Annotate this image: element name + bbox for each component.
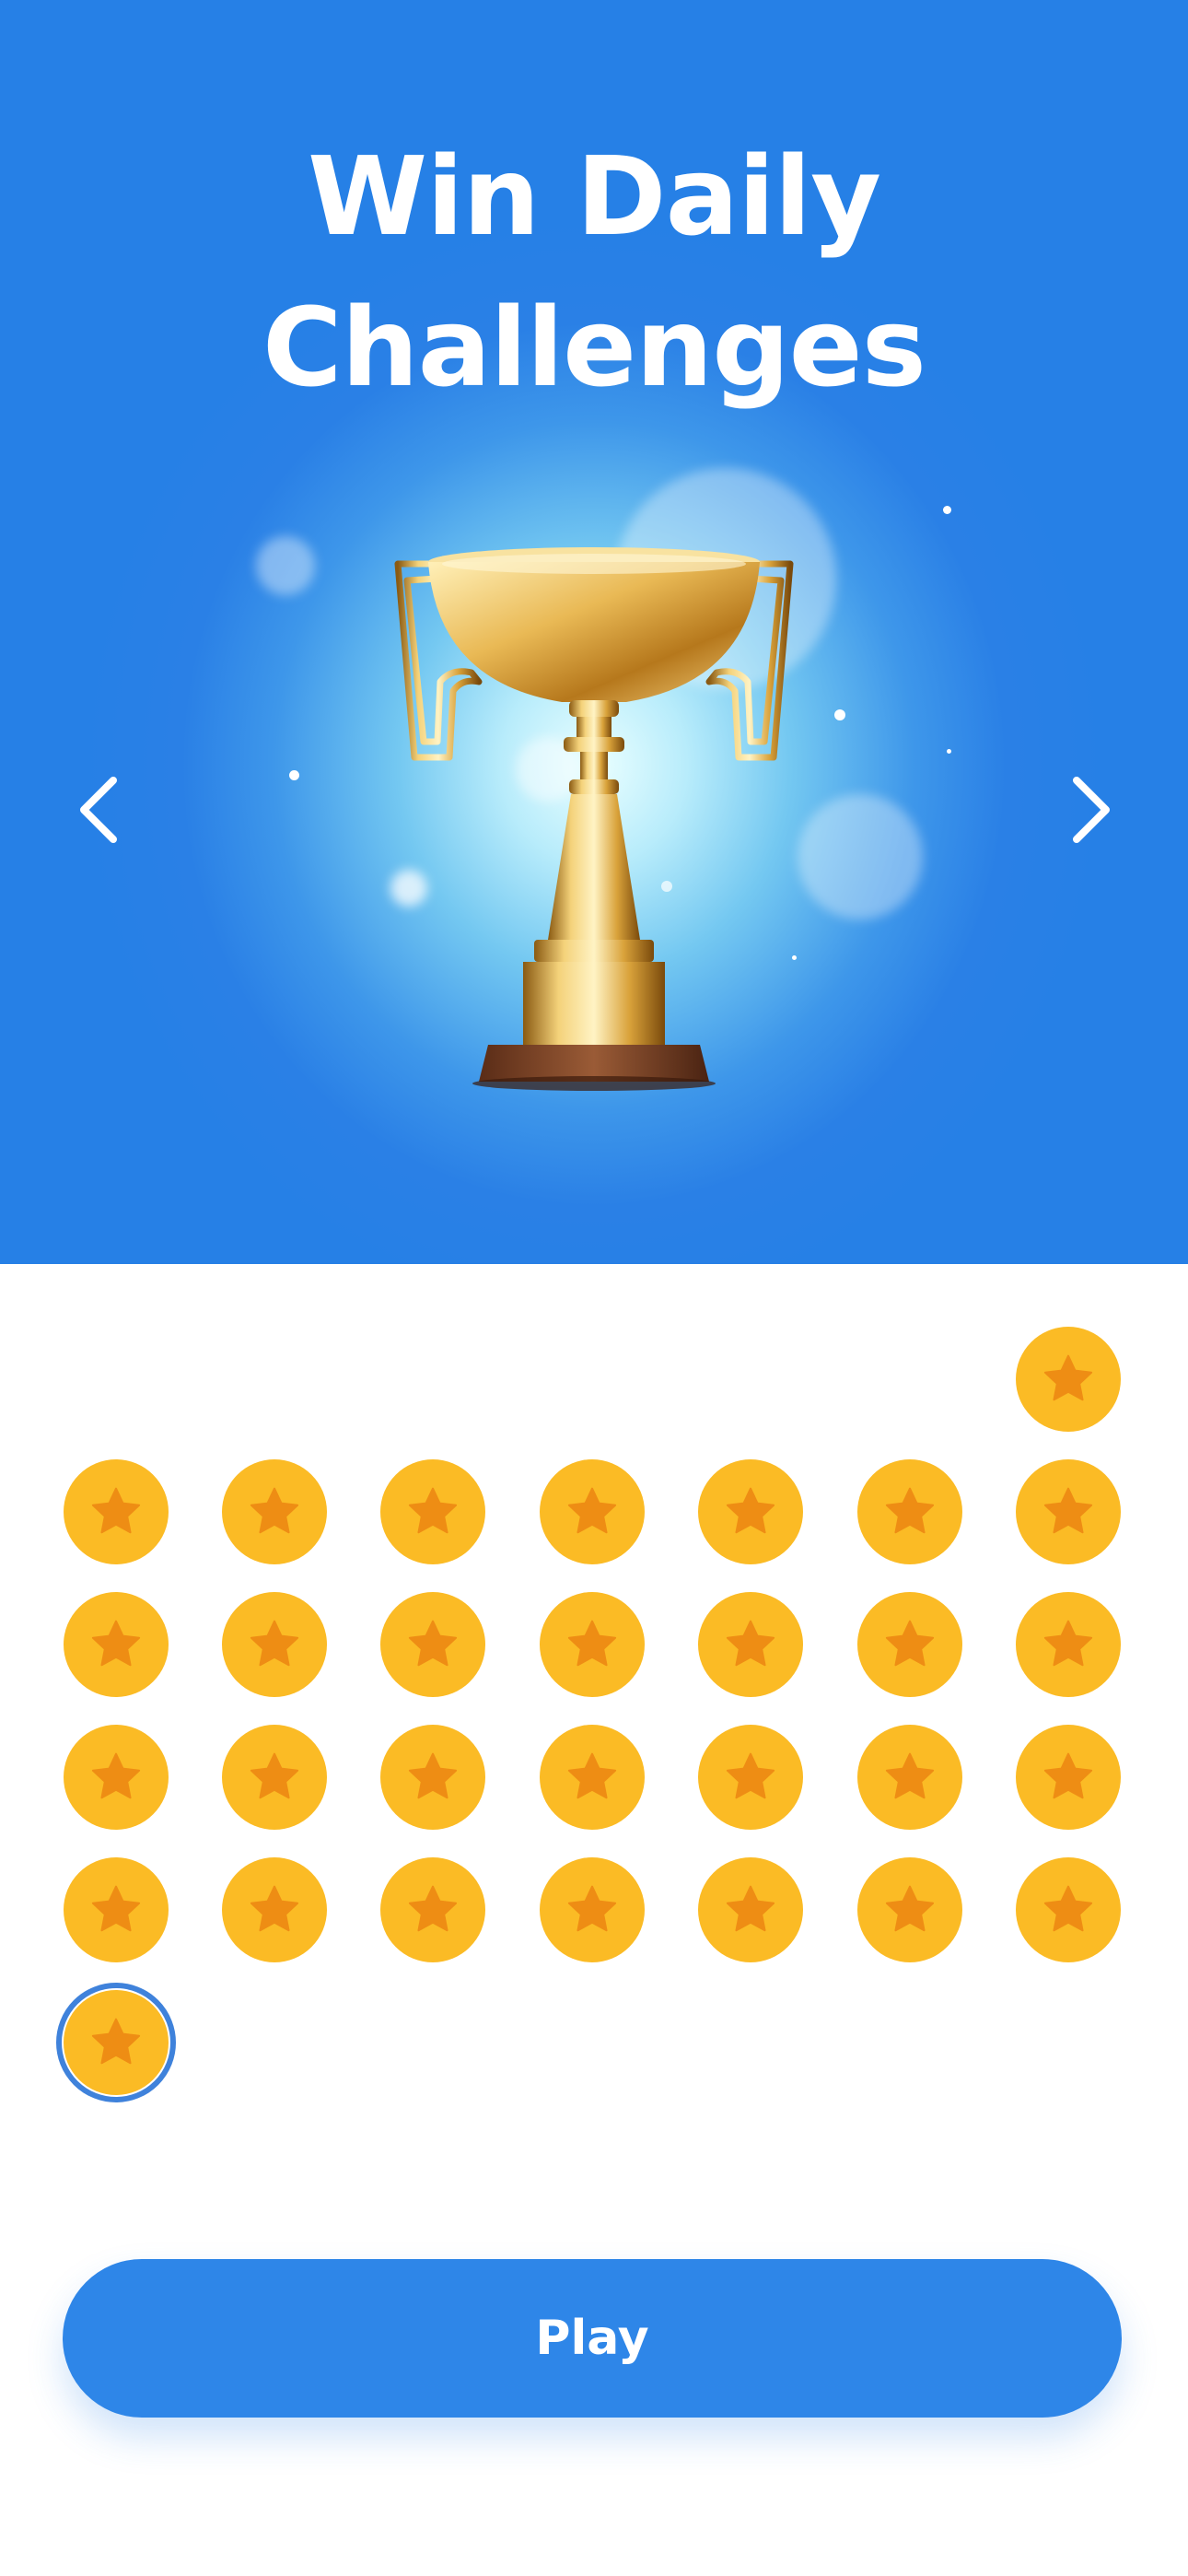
challenge-badge[interactable] <box>857 1857 962 1962</box>
carousel-prev-button[interactable] <box>61 768 134 851</box>
title-line-1: Win Daily <box>307 133 881 261</box>
challenge-badge[interactable] <box>857 1725 962 1830</box>
star-icon <box>250 1752 299 1799</box>
star-icon <box>1043 1487 1093 1534</box>
challenge-badge[interactable] <box>380 1725 485 1830</box>
star-icon <box>726 1752 775 1799</box>
sparkle <box>289 770 299 780</box>
star-icon <box>885 1487 935 1534</box>
challenge-badge[interactable] <box>56 1983 176 2102</box>
star-icon <box>885 1885 935 1932</box>
star-icon <box>567 1885 617 1932</box>
star-icon <box>567 1620 617 1667</box>
star-icon <box>250 1885 299 1932</box>
star-icon <box>726 1487 775 1534</box>
bokeh-light <box>256 536 315 595</box>
play-button[interactable]: Play <box>63 2259 1122 2418</box>
star-icon <box>408 1620 458 1667</box>
star-icon <box>885 1620 935 1667</box>
challenge-badge[interactable] <box>1016 1327 1121 1432</box>
star-icon <box>567 1752 617 1799</box>
star-icon <box>1043 1620 1093 1667</box>
challenge-badge[interactable] <box>698 1459 803 1564</box>
challenge-badge[interactable] <box>698 1592 803 1697</box>
star-icon <box>91 2018 141 2065</box>
page-title: Win Daily Challenges <box>0 121 1188 423</box>
star-icon <box>91 1487 141 1534</box>
challenge-badge[interactable] <box>222 1592 327 1697</box>
challenge-badge[interactable] <box>222 1725 327 1830</box>
sparkle <box>943 506 951 514</box>
sparkle <box>947 749 951 754</box>
star-icon <box>250 1487 299 1534</box>
challenge-badge[interactable] <box>1016 1592 1121 1697</box>
challenge-badge[interactable] <box>222 1459 327 1564</box>
title-line-2: Challenges <box>262 284 926 412</box>
chevron-right-icon <box>1073 777 1110 843</box>
star-icon <box>91 1620 141 1667</box>
challenge-badge[interactable] <box>857 1459 962 1564</box>
star-icon <box>250 1620 299 1667</box>
challenge-badge[interactable] <box>380 1592 485 1697</box>
challenge-badge[interactable] <box>540 1592 645 1697</box>
challenge-badge[interactable] <box>222 1857 327 1962</box>
star-icon <box>408 1752 458 1799</box>
star-icon <box>91 1752 141 1799</box>
challenge-badge[interactable] <box>857 1592 962 1697</box>
challenge-badge[interactable] <box>64 1459 169 1564</box>
star-icon <box>567 1487 617 1534</box>
challenge-badge[interactable] <box>540 1459 645 1564</box>
star-icon <box>1043 1752 1093 1799</box>
hero-banner: Win Daily Challenges <box>0 0 1188 1264</box>
star-icon <box>726 1620 775 1667</box>
star-icon <box>1043 1354 1093 1401</box>
star-icon <box>726 1885 775 1932</box>
star-icon <box>91 1885 141 1932</box>
challenge-badge[interactable] <box>698 1857 803 1962</box>
challenge-badge[interactable] <box>380 1857 485 1962</box>
challenge-badge[interactable] <box>540 1857 645 1962</box>
challenge-badge[interactable] <box>380 1459 485 1564</box>
star-icon <box>1043 1885 1093 1932</box>
star-icon <box>408 1487 458 1534</box>
carousel-next-button[interactable] <box>1055 768 1129 851</box>
challenge-badge[interactable] <box>540 1725 645 1830</box>
trophy-image <box>394 547 794 1091</box>
challenge-badge[interactable] <box>698 1725 803 1830</box>
challenge-badge[interactable] <box>64 1592 169 1697</box>
star-icon <box>885 1752 935 1799</box>
challenge-badge[interactable] <box>1016 1857 1121 1962</box>
bokeh-light <box>798 794 923 919</box>
star-icon <box>408 1885 458 1932</box>
challenge-badge[interactable] <box>1016 1725 1121 1830</box>
sparkle <box>834 709 845 720</box>
chevron-left-icon <box>80 777 117 843</box>
challenge-badge[interactable] <box>1016 1459 1121 1564</box>
challenge-badge[interactable] <box>64 1857 169 1962</box>
challenge-badge[interactable] <box>64 1725 169 1830</box>
